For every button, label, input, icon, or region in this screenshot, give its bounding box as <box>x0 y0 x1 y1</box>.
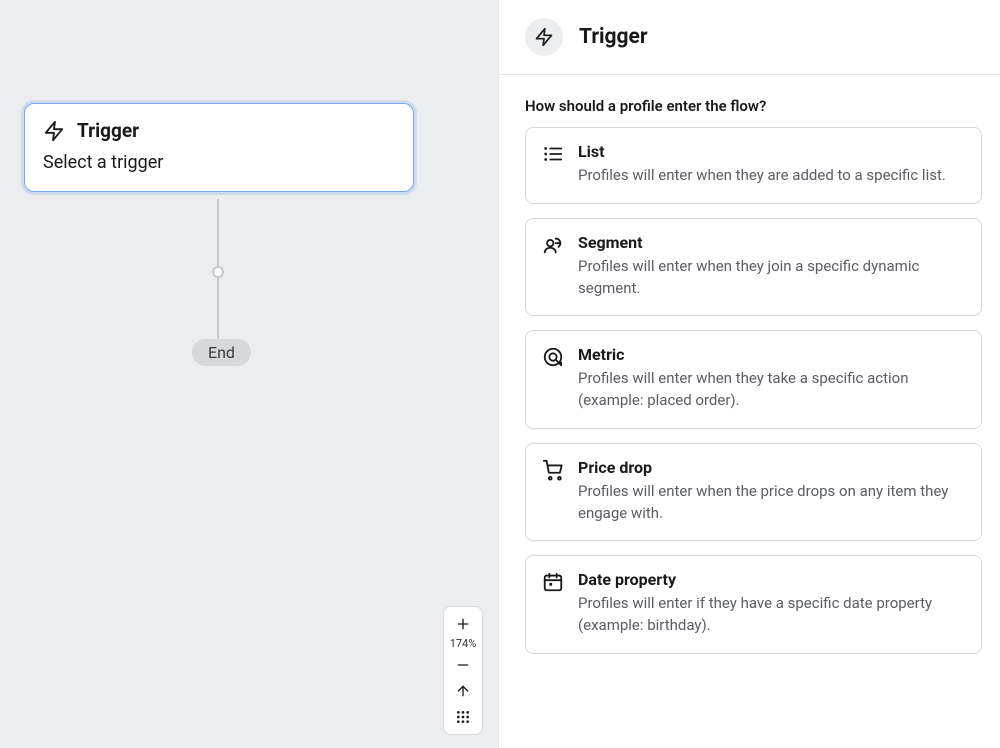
plus-icon <box>455 616 471 632</box>
minus-icon <box>455 657 471 673</box>
option-desc: Profiles will enter when the price drops… <box>578 481 965 525</box>
arrow-up-icon <box>455 683 471 699</box>
zoom-level-label: 174% <box>450 637 477 652</box>
zoom-panel: 174% <box>443 606 483 735</box>
flow-connector-dot[interactable] <box>212 266 224 278</box>
end-badge: End <box>192 339 251 366</box>
list-icon <box>542 142 564 187</box>
bolt-icon <box>534 27 554 47</box>
option-desc: Profiles will enter when they join a spe… <box>578 256 965 300</box>
option-title: List <box>578 142 965 161</box>
panel-question: How should a profile enter the flow? <box>525 97 982 115</box>
panel-body: How should a profile enter the flow? Lis… <box>499 75 1000 668</box>
trigger-node[interactable]: Trigger Select a trigger <box>24 103 414 192</box>
grid-dots-icon <box>455 709 471 725</box>
option-title: Metric <box>578 345 965 364</box>
trigger-option-price-drop[interactable]: Price drop Profiles will enter when the … <box>525 443 982 542</box>
panel-title: Trigger <box>579 25 648 49</box>
trigger-node-title: Trigger <box>77 119 139 142</box>
option-title: Price drop <box>578 458 965 477</box>
trigger-config-panel: Trigger How should a profile enter the f… <box>498 0 1000 748</box>
trigger-option-list[interactable]: List Profiles will enter when they are a… <box>525 127 982 204</box>
trigger-node-subtitle: Select a trigger <box>43 152 395 173</box>
trigger-node-header: Trigger <box>43 119 395 142</box>
zoom-out-button[interactable] <box>444 652 482 678</box>
metric-icon <box>542 345 564 412</box>
trigger-option-segment[interactable]: Segment Profiles will enter when they jo… <box>525 218 982 317</box>
bolt-icon <box>43 120 65 142</box>
panel-header-icon-wrap <box>525 18 563 56</box>
trigger-option-metric[interactable]: Metric Profiles will enter when they tak… <box>525 330 982 429</box>
cart-icon <box>542 458 564 525</box>
segment-icon <box>542 233 564 300</box>
panel-header: Trigger <box>499 0 1000 75</box>
flow-canvas[interactable]: Trigger Select a trigger End 174% <box>0 0 498 748</box>
trigger-option-date-property[interactable]: Date property Profiles will enter if the… <box>525 555 982 654</box>
zoom-in-button[interactable] <box>444 611 482 637</box>
option-desc: Profiles will enter when they take a spe… <box>578 368 965 412</box>
canvas-menu-button[interactable] <box>444 704 482 730</box>
option-title: Segment <box>578 233 965 252</box>
option-desc: Profiles will enter when they are added … <box>578 165 965 187</box>
zoom-fit-button[interactable] <box>444 678 482 704</box>
calendar-icon <box>542 570 564 637</box>
option-desc: Profiles will enter if they have a speci… <box>578 593 965 637</box>
option-title: Date property <box>578 570 965 589</box>
